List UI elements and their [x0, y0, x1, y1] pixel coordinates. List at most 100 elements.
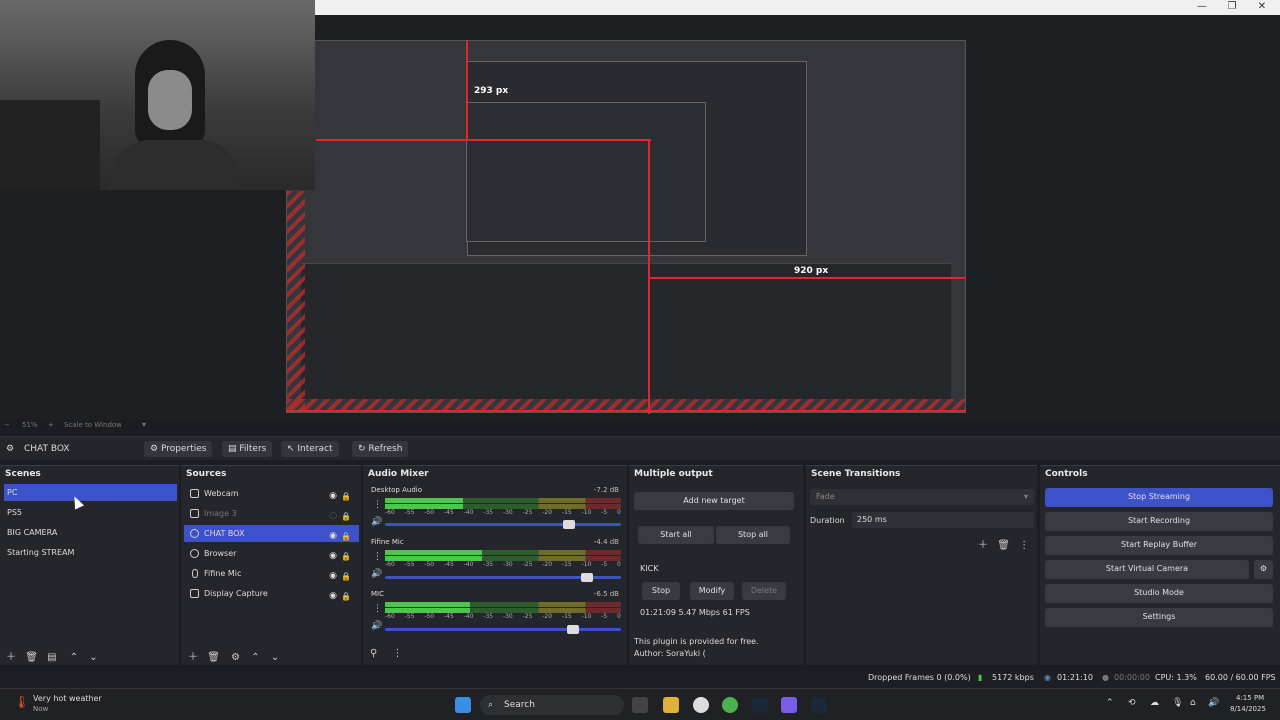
lock-icon[interactable]: 🔒 [341, 528, 351, 545]
start-virtual-camera-button[interactable]: Start Virtual Camera [1045, 560, 1249, 579]
clock-time[interactable]: 4:15 PM [1236, 694, 1264, 702]
task-view-icon[interactable] [632, 697, 648, 713]
eye-icon[interactable]: ◉ [329, 588, 337, 605]
kebab-icon[interactable]: ⋮ [1019, 540, 1029, 551]
kebab-icon[interactable]: ⋮ [373, 552, 382, 562]
taskbar-search[interactable]: ⌕ Search [480, 695, 624, 715]
steam-icon-2[interactable] [811, 697, 827, 713]
target-delete-button[interactable]: Delete [742, 582, 786, 600]
source-item[interactable]: Fifine Mic ◉ 🔒 [184, 565, 359, 582]
discord-icon[interactable] [781, 697, 797, 713]
volume-slider[interactable] [385, 573, 621, 582]
maximize-button[interactable]: ❐ [1217, 0, 1247, 15]
weather-icon[interactable]: 🌡 [14, 695, 29, 709]
network-icon[interactable]: ⌂ [1190, 698, 1196, 708]
interact-button[interactable]: ↖ Interact [281, 441, 339, 457]
refresh-button[interactable]: ↻ Refresh [352, 441, 409, 457]
source-item[interactable]: Display Capture ◉ 🔒 [184, 585, 359, 602]
zoom-in-icon[interactable]: + [48, 421, 54, 429]
properties-button[interactable]: ⚙ Properties [144, 441, 213, 457]
tick-label: -5 [601, 613, 608, 620]
lock-icon[interactable]: 🔒 [341, 508, 351, 525]
windows-start-icon[interactable] [455, 697, 471, 713]
add-icon[interactable]: ＋ [978, 540, 988, 551]
kebab-icon[interactable]: ⋮ [393, 648, 403, 659]
weather-title[interactable]: Very hot weather [33, 694, 102, 703]
source-item[interactable]: CHAT BOX ◉ 🔒 [184, 525, 359, 542]
speaker-icon[interactable]: 🔊 [371, 621, 382, 631]
steam-icon[interactable] [752, 697, 768, 713]
trash-icon[interactable]: 🗑 [207, 652, 220, 663]
eye-icon[interactable]: ◉ [329, 488, 337, 505]
scene-item[interactable]: Starting STREAM [4, 544, 177, 561]
chevron-down-icon[interactable]: ⌄ [89, 652, 97, 663]
slider-knob[interactable] [581, 573, 593, 582]
controls-title: Controls [1045, 469, 1088, 479]
add-icon[interactable]: ＋ [188, 652, 198, 663]
eye-icon[interactable]: ◉ [329, 568, 337, 585]
chevron-up-icon[interactable]: ⌃ [251, 652, 259, 663]
lock-icon[interactable]: 🔒 [341, 568, 351, 585]
transition-select[interactable]: Fade ▾ [810, 489, 1034, 505]
add-new-target-button[interactable]: Add new target [634, 492, 794, 510]
scene-item[interactable]: PS5 [4, 504, 177, 521]
minimize-button[interactable]: — [1187, 0, 1217, 15]
speaker-icon[interactable]: 🔊 [371, 569, 382, 579]
studio-mode-button[interactable]: Studio Mode [1045, 584, 1273, 603]
zoom-out-icon[interactable]: − [4, 421, 10, 429]
close-button[interactable]: ✕ [1247, 0, 1277, 15]
kebab-icon[interactable]: ⋮ [373, 604, 382, 614]
scene-item[interactable]: BIG CAMERA [4, 524, 177, 541]
meter-ticks: -60 -55 -50 -45 -40 -35 -30 -25 -20 -15 -10 -5 0 [385, 613, 621, 620]
start-all-button[interactable]: Start all [638, 526, 714, 544]
cloud-icon[interactable]: ☁ [1150, 698, 1159, 708]
trash-icon[interactable]: 🗑 [25, 652, 38, 663]
target-stop-button[interactable]: Stop [642, 582, 680, 600]
kebab-icon[interactable]: ⋮ [373, 500, 382, 510]
microphone-icon[interactable]: 🎙 [1172, 698, 1183, 708]
lock-icon[interactable]: 🔒 [341, 588, 351, 605]
chevron-down-icon[interactable]: ▾ [142, 420, 146, 429]
source-item[interactable]: Image 3 ◌ 🔒 [184, 505, 359, 522]
file-explorer-icon[interactable] [663, 697, 679, 713]
filters-button[interactable]: ▤ Filters [222, 441, 273, 457]
sync-icon[interactable]: ⟲ [1128, 698, 1136, 708]
stop-all-button[interactable]: Stop all [716, 526, 790, 544]
scene-item[interactable]: PC [4, 484, 177, 501]
obs-icon[interactable] [693, 697, 709, 713]
slider-knob[interactable] [567, 625, 579, 634]
link-icon[interactable]: ⚲ [370, 648, 377, 659]
virtual-camera-settings-button[interactable]: ⚙ [1254, 560, 1273, 579]
settings-button[interactable]: Settings [1045, 608, 1273, 627]
meter-ticks: -60 -55 -50 -45 -40 -35 -30 -25 -20 -15 -10 -5 0 [385, 561, 621, 568]
chevron-down-icon[interactable]: ⌄ [271, 652, 279, 663]
cpu-usage: CPU: 1.3% [1155, 673, 1197, 682]
lock-icon[interactable]: 🔒 [341, 488, 351, 505]
stop-streaming-button[interactable]: Stop Streaming [1045, 488, 1273, 507]
source-item[interactable]: Browser ◉ 🔒 [184, 545, 359, 562]
add-icon[interactable]: ＋ [6, 652, 16, 663]
start-replay-buffer-button[interactable]: Start Replay Buffer [1045, 536, 1273, 555]
volume-icon[interactable]: 🔊 [1208, 698, 1219, 708]
slider-knob[interactable] [563, 520, 575, 529]
filter-icon[interactable]: ▤ [47, 652, 56, 663]
lock-icon[interactable]: 🔒 [341, 548, 351, 565]
chrome-icon[interactable] [722, 697, 738, 713]
scale-mode[interactable]: Scale to Window [64, 421, 122, 429]
volume-slider[interactable] [385, 625, 621, 634]
chevron-up-icon[interactable]: ⌃ [1106, 698, 1114, 708]
target-modify-button[interactable]: Modify [690, 582, 734, 600]
gear-icon[interactable]: ⚙ [231, 652, 240, 663]
eye-icon[interactable]: ◉ [329, 548, 337, 565]
display-capture-preview[interactable] [286, 40, 966, 413]
eye-hidden-icon[interactable]: ◌ [329, 508, 337, 525]
clock-date[interactable]: 8/14/2025 [1230, 705, 1266, 713]
duration-input[interactable]: 250 ms [852, 512, 1034, 528]
volume-slider[interactable] [385, 520, 621, 529]
chevron-up-icon[interactable]: ⌃ [70, 652, 78, 663]
trash-icon[interactable]: 🗑 [997, 540, 1010, 551]
speaker-icon[interactable]: 🔊 [371, 517, 382, 527]
source-item[interactable]: Webcam ◉ 🔒 [184, 485, 359, 502]
start-recording-button[interactable]: Start Recording [1045, 512, 1273, 531]
eye-icon[interactable]: ◉ [329, 528, 337, 545]
